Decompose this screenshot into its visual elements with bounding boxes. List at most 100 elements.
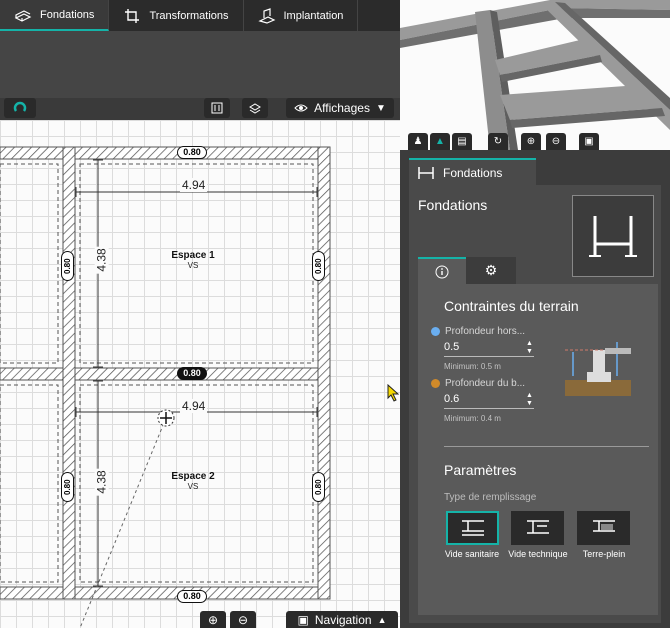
chevron-up-icon: ▲ [377,614,387,625]
navigation-bar: ⊕ ⊖ ▣ Navigation ▲ [200,611,398,628]
tab-info[interactable] [418,257,466,284]
room2-height-dimension: 4.38 [94,468,109,496]
panel-title: Fondations [418,197,488,213]
3d-zoom-out-button[interactable]: ⊖ [546,133,566,150]
rotate-icon: ↻ [493,136,503,147]
3d-mouse-button[interactable]: ▣ [579,133,599,150]
wall-thickness-label[interactable]: 0.80 [177,146,207,159]
3d-foundation-model [400,0,670,150]
eye-icon [294,104,308,112]
3d-zoom-in-button[interactable]: ⊕ [521,133,541,150]
tab-transformations[interactable]: Transformations [109,0,244,31]
zoom-out-icon: ⊖ [551,136,561,147]
tab-transformations-label: Transformations [149,9,229,22]
fill-option-vide-sanitaire[interactable] [446,511,499,545]
magnet-button[interactable] [4,98,36,118]
wall-thickness-label[interactable]: 0.80 [177,590,207,603]
terre-plein-icon [592,520,615,532]
field2-label-text: Profondeur du b... [445,378,526,389]
wall-left [62,146,76,600]
mouse-icon: ▣ [297,612,309,627]
split-view-button[interactable]: ▤ [452,133,472,150]
fill-option-vide-technique[interactable] [511,511,564,545]
properties-panel: Fondations Fondations ⚙ Contraintes du t… [400,150,670,628]
layer-view-button[interactable]: ▲ [430,133,450,150]
tool-ribbon [0,31,400,98]
wall-thickness-label[interactable]: 0.80 [312,472,325,502]
wall-thickness-label[interactable]: 0.80 [312,251,325,281]
room1-width-dimension: 4.94 [180,178,208,192]
vide-technique-icon [526,520,549,534]
foundation-preview-icon [589,216,637,257]
zoom-in-button[interactable]: ⊕ [200,611,226,628]
field1-label-text: Profondeur hors... [445,326,526,337]
navigation-dropdown[interactable]: ▣ Navigation ▲ [286,611,398,628]
field-profondeur-hors-label: Profondeur hors... [431,326,525,337]
zoom-in-icon: ⊕ [526,136,536,147]
placement-target-icon[interactable] [157,409,175,427]
info-icon [435,265,449,278]
tab-implantation[interactable]: Implantation [244,0,359,31]
wall-thickness-label[interactable]: 0.80 [61,472,74,502]
levels-icon [211,102,223,114]
person-view-button[interactable]: ♟ [408,133,428,150]
mouse-icon: ▣ [584,136,594,147]
foundation-walls [0,146,331,600]
tab-settings[interactable]: ⚙ [466,257,516,284]
3d-viewport[interactable] [400,0,670,150]
gear-icon: ⚙ [484,262,498,278]
foundation-thumbnail [572,195,654,277]
room2-width-dimension: 4.94 [180,399,208,413]
person-icon: ♟ [413,136,423,147]
wall-bottom [0,586,331,600]
section-contraintes-title: Contraintes du terrain [444,298,579,314]
transform-icon [125,8,140,23]
wall-right [317,146,331,600]
room2-name: Espace 2 [171,471,215,482]
chevron-down-icon: ▼ [375,102,386,114]
magnet-icon [13,101,27,112]
room1-height-dimension: 4.38 [94,246,109,274]
fill-option-label: Terre-plein [582,549,626,559]
foundation-section-icon [418,166,434,179]
room2-label[interactable]: Espace 2 VS [160,471,226,491]
main-tab-bar: Fondations Transformations Implantation [0,0,400,31]
level-toggle-button[interactable] [204,98,230,118]
affichages-dropdown[interactable]: Affichages ▼ [286,98,394,118]
fill-type-label: Type de remplissage [444,492,537,503]
zoom-out-button[interactable]: ⊖ [230,611,256,628]
blue-dot-icon [431,327,440,336]
room1-sub: VS [187,261,199,270]
wall-thickness-label[interactable]: 0.80 [177,367,207,380]
layers-button[interactable] [242,98,268,118]
section-parametres-title: Paramètres [444,462,517,478]
wall-thickness-label[interactable]: 0.80 [61,251,74,281]
foundation-icon [14,9,32,22]
room2-sub: VS [187,482,199,491]
rotate-view-button[interactable]: ↻ [488,133,508,150]
field2-stepper[interactable]: ▲ ▼ [526,392,533,408]
room1-label[interactable]: Espace 1 VS [160,250,226,270]
profondeur-hors-input[interactable]: 0.5 [444,341,534,357]
wall-top [0,146,331,160]
soil-section-illustration [565,342,631,396]
tab-fondations[interactable]: Fondations [0,0,110,31]
fill-option-label: Vide sanitaire [444,549,500,559]
field2-min-text: Minimum: 0.4 m [444,414,501,423]
info-content: Contraintes du terrain Profondeur hors..… [418,284,658,615]
navigation-label: Navigation [314,612,372,627]
section-divider [444,446,649,447]
field1-min-text: Minimum: 0.5 m [444,362,501,371]
orange-dot-icon [431,379,440,388]
profondeur-b-input[interactable]: 0.6 [444,393,534,409]
field1-stepper[interactable]: ▲ ▼ [526,340,533,356]
floor-plan-canvas[interactable]: 4.94 4.94 4.38 4.38 Espace 1 VS Espace 2… [0,120,400,628]
mouse-cursor-icon [387,384,399,402]
tab-fondations-label: Fondations [40,8,95,21]
zoom-out-icon: ⊖ [237,612,249,627]
wall-middle [0,367,331,381]
fill-option-terre-plein[interactable] [577,511,630,545]
panel-tab-fondations[interactable]: Fondations [409,158,536,185]
field-profondeur-b-label: Profondeur du b... [431,378,525,389]
affichages-label: Affichages [314,101,370,115]
